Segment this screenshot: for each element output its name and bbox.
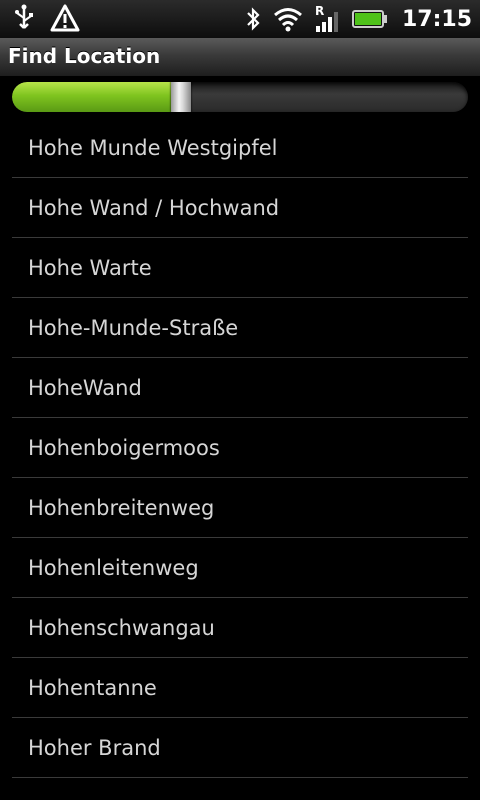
search-progress-bar[interactable] — [12, 82, 468, 112]
signal-roaming-icon: R — [314, 4, 342, 34]
status-time: 17:15 — [401, 6, 472, 32]
list-item[interactable]: HoheWand — [12, 358, 468, 418]
list-item[interactable]: Hohenbreitenweg — [12, 478, 468, 538]
list-item[interactable]: Hohentanne — [12, 658, 468, 718]
list-item-label: Hohe Warte — [28, 255, 152, 280]
list-item[interactable]: Hoher Brand — [12, 718, 468, 778]
list-item[interactable]: Hohe-Munde-Straße — [12, 298, 468, 358]
list-item[interactable]: Hohe Munde Westgipfel — [12, 118, 468, 178]
page-title: Find Location — [8, 44, 161, 68]
list-item-label: Hohenboigermoos — [28, 435, 220, 460]
svg-text:R: R — [315, 4, 324, 18]
list-item-label: Hohenleitenweg — [28, 555, 199, 580]
list-item[interactable]: Hohe Wand / Hochwand — [12, 178, 468, 238]
progress-thumb[interactable] — [171, 82, 191, 112]
list-item-label: Hohe Wand / Hochwand — [28, 195, 280, 220]
location-list: Hohe Munde Westgipfel Hohe Wand / Hochwan… — [0, 118, 480, 778]
warning-icon — [50, 4, 80, 32]
title-bar: Find Location — [0, 38, 480, 77]
progress-fill — [12, 82, 181, 112]
list-item-label: Hoher Brand — [28, 735, 161, 760]
list-item-label: Hohenschwangau — [28, 615, 215, 640]
list-item-label: Hohentanne — [28, 675, 157, 700]
usb-icon — [12, 4, 36, 32]
list-item[interactable]: Hohenschwangau — [12, 598, 468, 658]
battery-icon — [351, 8, 388, 30]
bluetooth-icon — [244, 5, 262, 33]
list-item[interactable]: Hohenboigermoos — [12, 418, 468, 478]
list-item-label: Hohenbreitenweg — [28, 495, 215, 520]
status-bar: R 17:15 — [0, 0, 480, 38]
wifi-icon — [272, 5, 304, 33]
list-item-label: Hohe-Munde-Straße — [28, 315, 239, 340]
list-item[interactable]: Hohenleitenweg — [12, 538, 468, 598]
list-item-label: HoheWand — [28, 375, 142, 400]
list-item[interactable]: Hohe Warte — [12, 238, 468, 298]
list-item-label: Hohe Munde Westgipfel — [28, 135, 278, 160]
